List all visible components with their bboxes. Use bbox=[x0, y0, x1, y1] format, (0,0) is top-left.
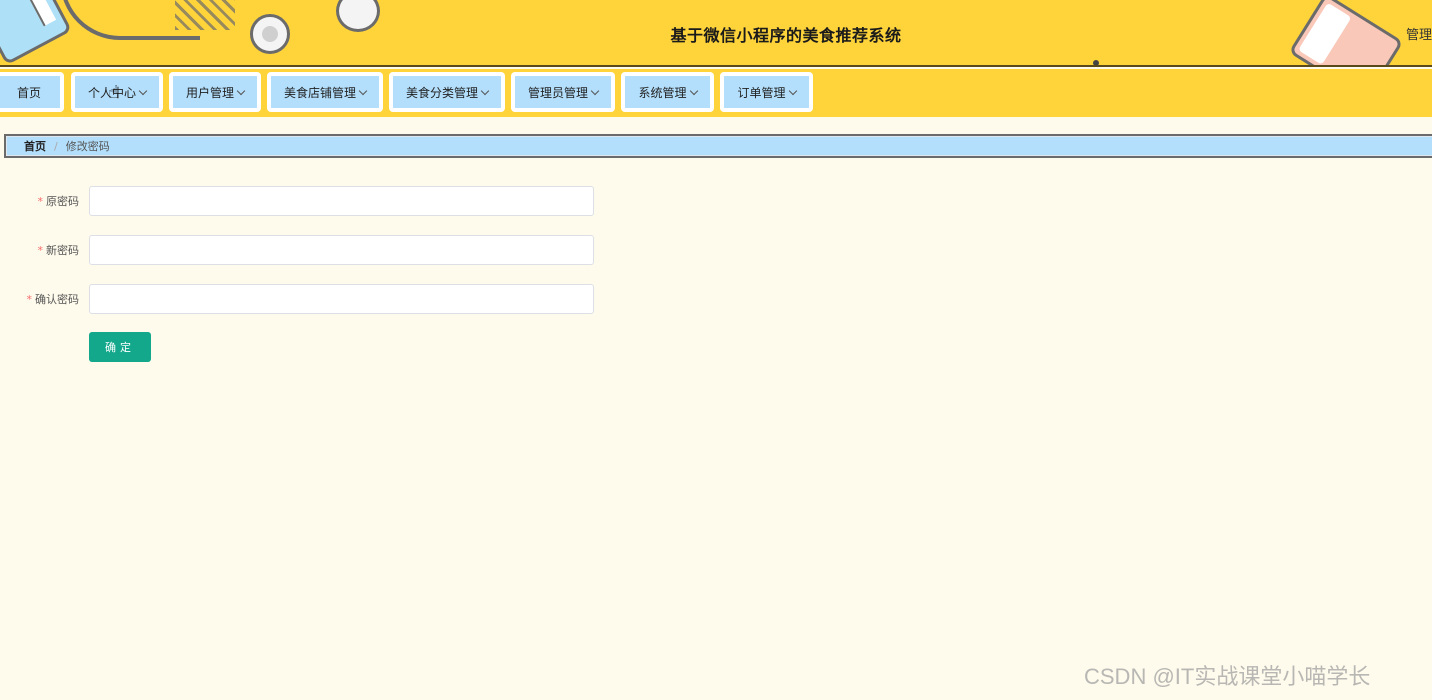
confirm-password-input[interactable] bbox=[89, 284, 594, 314]
site-title: 基于微信小程序的美食推荐系统 bbox=[670, 26, 902, 45]
chevron-down-icon bbox=[358, 86, 368, 95]
breadcrumb-current: 修改密码 bbox=[65, 140, 110, 153]
required-mark: * bbox=[37, 195, 44, 208]
new-password-input[interactable] bbox=[89, 235, 594, 265]
nav-item-label: 管理员管理 bbox=[527, 85, 588, 100]
nav-item-system-management[interactable]: 系统管理 bbox=[621, 72, 714, 112]
nav-item-label: 系统管理 bbox=[638, 85, 687, 100]
chevron-down-icon bbox=[236, 86, 246, 95]
required-mark: * bbox=[26, 293, 33, 306]
hand-cursor-icon: ☝ bbox=[108, 82, 119, 103]
confirm-password-label: * 确认密码 bbox=[27, 291, 80, 307]
chevron-down-icon bbox=[689, 86, 698, 95]
required-mark: * bbox=[37, 244, 44, 257]
admin-user-label[interactable]: 管理 bbox=[1406, 24, 1432, 43]
confirm-password-label-text: 确认密码 bbox=[35, 293, 79, 306]
old-password-row: * 原密码 bbox=[0, 186, 600, 216]
breadcrumb-separator: / bbox=[54, 139, 58, 153]
nav-item-label: 订单管理 bbox=[737, 85, 786, 100]
new-password-label-text: 新密码 bbox=[46, 244, 79, 257]
chevron-down-icon bbox=[788, 86, 797, 95]
chevron-down-icon bbox=[138, 86, 148, 95]
nav-item-label: 美食分类管理 bbox=[405, 85, 478, 100]
top-nav: 首页 个人中心 用户管理 美食店铺管理 美食分类管理 管理员管理 系统管理 订单… bbox=[0, 69, 1432, 117]
header-banner: 基于微信小程序的美食推荐系统 管理 bbox=[0, 0, 1432, 67]
nav-item-admin-management[interactable]: 管理员管理 bbox=[511, 72, 615, 112]
old-password-label-text: 原密码 bbox=[46, 195, 79, 208]
nav-item-shop-management[interactable]: 美食店铺管理 bbox=[267, 72, 383, 112]
chevron-down-icon bbox=[590, 86, 600, 95]
dot-decoration bbox=[1093, 60, 1099, 65]
confirm-button[interactable]: 确定 bbox=[89, 332, 151, 362]
nav-item-user-management[interactable]: 用户管理 bbox=[169, 72, 261, 112]
nav-item-label: 美食店铺管理 bbox=[283, 85, 356, 100]
old-password-input[interactable] bbox=[89, 186, 594, 216]
nav-item-label: 首页 bbox=[16, 85, 41, 100]
nav-item-label: 用户管理 bbox=[185, 85, 234, 100]
nav-item-order-management[interactable]: 订单管理 bbox=[720, 72, 813, 112]
breadcrumb-home[interactable]: 首页 bbox=[24, 138, 46, 154]
confirm-password-row: * 确认密码 bbox=[0, 284, 600, 314]
old-password-label: * 原密码 bbox=[38, 193, 80, 209]
nav-item-home[interactable]: 首页 bbox=[0, 72, 64, 112]
watermark: CSDN @IT实战课堂小喵学长 bbox=[1084, 664, 1371, 689]
new-password-row: * 新密码 bbox=[0, 235, 600, 265]
new-password-label: * 新密码 bbox=[38, 242, 80, 258]
chevron-down-icon bbox=[480, 86, 490, 95]
breadcrumb: 首页 / 修改密码 bbox=[4, 134, 1432, 158]
nav-item-category-management[interactable]: 美食分类管理 bbox=[389, 72, 505, 112]
